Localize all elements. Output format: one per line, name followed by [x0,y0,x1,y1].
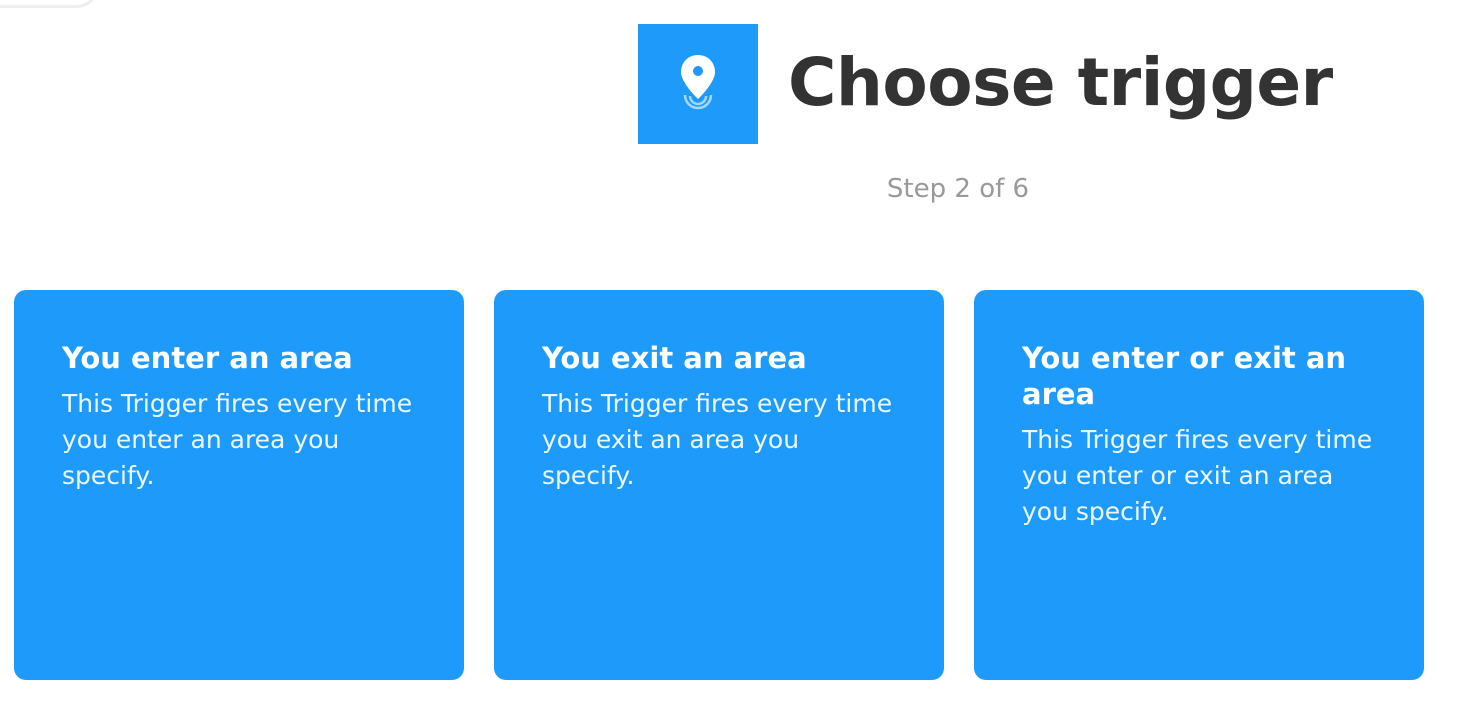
trigger-title: You enter an area [62,341,353,375]
trigger-description: This Trigger fires every time you exit a… [542,389,893,490]
page-title: Choose trigger [788,44,1333,121]
location-pin-icon [681,55,715,110]
trigger-card-enter-or-exit-area[interactable]: You enter or exit an area This Trigger f… [974,290,1424,680]
trigger-title: You enter or exit an area [1022,341,1347,411]
step-indicator: Step 2 of 6 [886,174,1030,204]
page: Choose trigger Step 2 of 6 You enter an … [0,0,1458,724]
trigger-description: This Trigger fires every time you enter … [62,389,413,490]
trigger-card-exit-area[interactable]: You exit an area This Trigger fires ever… [494,290,944,680]
trigger-title: You exit an area [542,341,807,375]
trigger-description: This Trigger fires every time you enter … [1022,425,1373,526]
trigger-card-enter-area[interactable]: You enter an area This Trigger fires eve… [14,290,464,680]
back-button[interactable] [0,0,100,8]
location-pin-icon [638,24,758,144]
